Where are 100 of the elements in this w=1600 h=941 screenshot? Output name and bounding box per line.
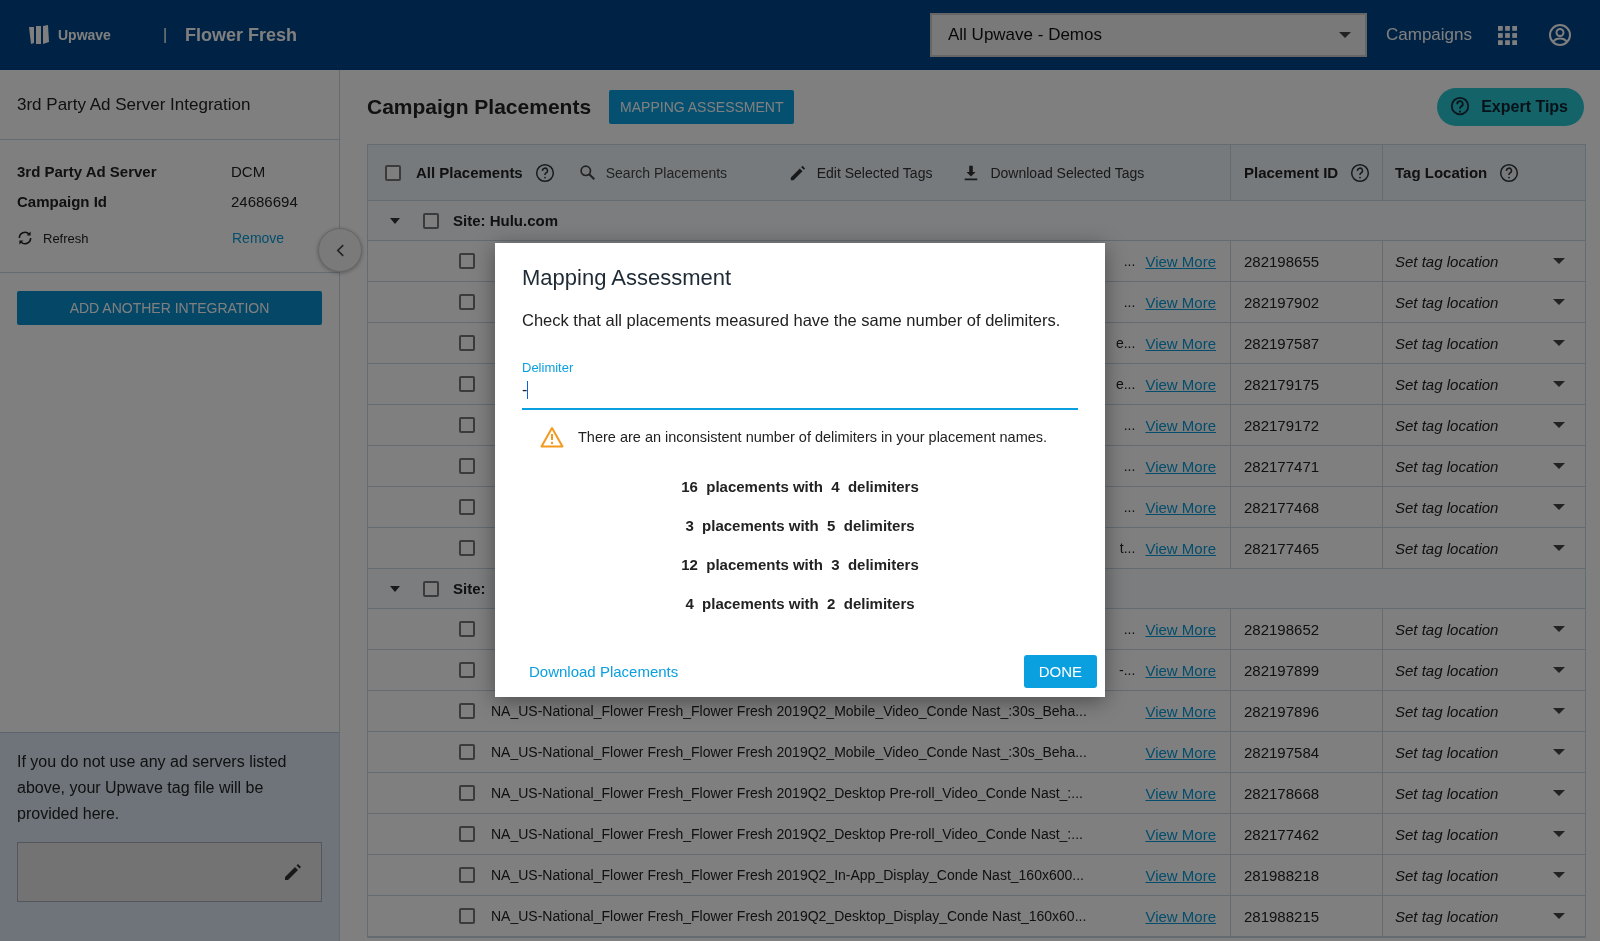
user-icon[interactable] [1548, 23, 1572, 47]
help-icon[interactable] [534, 162, 555, 183]
view-more-link[interactable]: View More [1145, 498, 1216, 516]
help-icon[interactable] [1350, 162, 1371, 183]
table-cell: 282197902 [1230, 282, 1382, 322]
done-button[interactable]: DONE [1023, 655, 1097, 688]
refresh-link[interactable]: Refresh [43, 230, 232, 246]
tag-location-select[interactable]: Set tag location [1382, 814, 1585, 854]
tag-location-select[interactable]: Set tag location [1382, 446, 1585, 486]
delimiter-count: 3 placements with 5 delimiters [685, 517, 915, 534]
tag-location-select[interactable]: Set tag location [1382, 650, 1585, 690]
checkbox[interactable] [459, 540, 475, 556]
delimiter-count: 12 placements with 3 delimiters [681, 556, 919, 573]
tag-location-select[interactable]: Set tag location [1382, 773, 1585, 813]
placement-name: ... [1123, 499, 1136, 515]
tag-location-select[interactable]: Set tag location [1382, 364, 1585, 404]
select-all-checkbox[interactable] [385, 164, 401, 181]
table-cell: 282197587 [1230, 323, 1382, 363]
tag-location-select[interactable]: Set tag location [1382, 487, 1585, 527]
caret-icon [1553, 913, 1565, 919]
view-more-link[interactable]: View More [1145, 620, 1216, 638]
checkbox[interactable] [459, 662, 475, 678]
view-more-link[interactable]: View More [1145, 907, 1216, 925]
caret-icon [1553, 749, 1565, 755]
tag-location-select[interactable]: Set tag location [1382, 855, 1585, 895]
edit-tags-button[interactable]: Edit Selected Tags [816, 164, 933, 181]
tag-location-select[interactable]: Set tag location [1382, 528, 1585, 568]
view-more-link[interactable]: View More [1145, 702, 1216, 720]
help-icon[interactable] [1499, 162, 1520, 183]
view-more-link[interactable]: View More [1145, 416, 1216, 434]
tag-file-field[interactable] [17, 842, 322, 902]
view-more-link[interactable]: View More [1145, 375, 1216, 393]
tag-location-select[interactable]: Set tag location [1382, 323, 1585, 363]
tag-location-select[interactable]: Set tag location [1382, 405, 1585, 445]
refresh-icon[interactable] [17, 230, 33, 246]
checkbox[interactable] [459, 703, 475, 719]
view-more-link[interactable]: View More [1145, 457, 1216, 475]
apps-grid-icon[interactable] [1498, 25, 1517, 45]
caret-icon [1553, 708, 1565, 714]
page-title: Campaign Placements [367, 95, 592, 119]
checkbox[interactable] [459, 335, 475, 351]
search-field[interactable]: Search Placements [578, 164, 769, 181]
view-more-link[interactable]: View More [1145, 334, 1216, 352]
placement-name: ... [1123, 294, 1136, 310]
download-tags-button[interactable]: Download Selected Tags [990, 164, 1145, 181]
view-more-link[interactable]: View More [1145, 825, 1216, 843]
tag-location-select[interactable]: Set tag location [1382, 691, 1585, 731]
checkbox[interactable] [459, 499, 475, 515]
placement-name: e... [1115, 335, 1136, 351]
view-more-link[interactable]: View More [1145, 743, 1216, 761]
tag-location-select[interactable]: Set tag location [1382, 241, 1585, 281]
checkbox[interactable] [459, 785, 475, 801]
view-more-link[interactable]: View More [1145, 866, 1216, 884]
checkbox[interactable] [459, 744, 475, 760]
placement-name: ... [1123, 458, 1136, 474]
placement-name: e... [1115, 376, 1136, 392]
view-more-link[interactable]: View More [1145, 539, 1216, 557]
checkbox[interactable] [459, 376, 475, 392]
table-cell: 282197899 [1230, 650, 1382, 690]
logo-text: Upwave [58, 27, 111, 43]
checkbox[interactable] [459, 908, 475, 924]
campaigns-link[interactable]: Campaigns [1386, 25, 1472, 45]
expert-tips-button[interactable]: Expert Tips [1437, 88, 1584, 126]
placement-name: NA_US-National_Flower Fresh_Flower Fresh 2019Q2_Desktop Pre-roll_Video_Conde Nast_:... [491, 785, 1083, 801]
caret-icon [1553, 667, 1565, 673]
delimiter-field[interactable]: Delimiter - [522, 360, 1078, 410]
tag-location-select[interactable]: Set tag location [1382, 732, 1585, 772]
view-more-link[interactable]: View More [1145, 784, 1216, 802]
checkbox[interactable] [459, 458, 475, 474]
download-placements-link[interactable]: Download Placements [529, 663, 679, 680]
delimiter-count: 16 placements with 4 delimiters [681, 478, 919, 495]
add-integration-button[interactable]: ADD ANOTHER INTEGRATION [17, 291, 322, 325]
checkbox[interactable] [459, 417, 475, 433]
checkbox[interactable] [459, 867, 475, 883]
warning-message: There are an inconsistent number of delimiters in your placement names. [578, 429, 1048, 445]
table-cell: 282177462 [1230, 814, 1382, 854]
caret-icon [1553, 299, 1565, 305]
dialog-description: Check that all placements measured have the same number of delimiters. [522, 311, 1062, 330]
caret-icon [1553, 463, 1565, 469]
table-cell: 282177468 [1230, 487, 1382, 527]
chevron-left-icon [335, 243, 345, 257]
tag-location-select[interactable]: Set tag location [1382, 609, 1585, 649]
account-select[interactable]: All Upwave - Demos [930, 13, 1367, 57]
tag-location-select[interactable]: Set tag location [1382, 896, 1585, 936]
view-more-link[interactable]: View More [1145, 293, 1216, 311]
remove-link[interactable]: Remove [232, 230, 285, 246]
pencil-icon[interactable] [283, 862, 303, 882]
view-more-link[interactable]: View More [1145, 661, 1216, 679]
table-cell: 282178668 [1230, 773, 1382, 813]
checkbox[interactable] [423, 212, 439, 229]
pencil-icon[interactable] [788, 163, 807, 182]
checkbox[interactable] [459, 253, 475, 269]
column-header: Tag Location [1395, 164, 1488, 181]
checkbox[interactable] [423, 580, 439, 597]
mapping-assessment-button[interactable]: MAPPING ASSESSMENT [609, 90, 795, 124]
view-more-link[interactable]: View More [1145, 252, 1216, 270]
tag-location-select[interactable]: Set tag location [1382, 282, 1585, 322]
checkbox[interactable] [459, 294, 475, 310]
checkbox[interactable] [459, 826, 475, 842]
checkbox[interactable] [459, 621, 475, 637]
